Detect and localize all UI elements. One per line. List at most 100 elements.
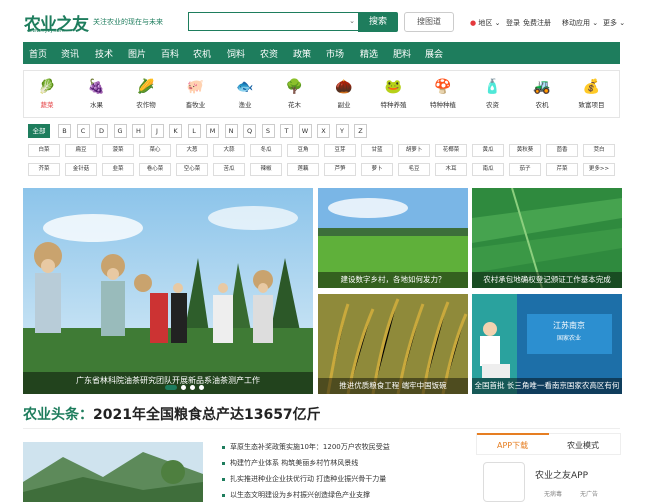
letter-filter[interactable]: H — [132, 124, 145, 138]
category-item[interactable]: 🚜 农机 — [520, 77, 564, 109]
letter-filter[interactable]: Z — [354, 124, 367, 138]
slide-dot[interactable] — [190, 385, 195, 390]
letter-filter[interactable]: J — [150, 124, 164, 138]
vegetable-link[interactable]: 花椰菜 — [435, 144, 467, 157]
vegetable-link[interactable]: 胡萝卜 — [398, 144, 430, 157]
news-thumb-3[interactable]: 推进优质粮食工程 端牢中国饭碗 — [318, 294, 468, 394]
letter-filter[interactable]: N — [224, 124, 238, 138]
tab-farm-mode[interactable]: 农业模式 — [567, 440, 599, 451]
mobile-app-link[interactable]: 移动应用 ⌄ — [562, 18, 598, 28]
vegetable-link[interactable]: 茭白 — [583, 144, 615, 157]
tab-app-download[interactable]: APP下载 — [497, 440, 528, 451]
nav-item[interactable]: 政策 — [293, 47, 311, 60]
category-item[interactable]: 🐟 渔业 — [223, 77, 267, 109]
nav-item[interactable]: 精选 — [360, 47, 378, 60]
vegetable-link[interactable]: 辣椒 — [250, 163, 282, 176]
vegetable-link[interactable]: 茴香 — [546, 144, 578, 157]
search-input[interactable]: ⌄ — [188, 12, 358, 31]
news-thumb-1[interactable]: 建设数字乡村，各地如何发力？ — [318, 188, 468, 288]
vegetable-link[interactable]: 大葱 — [176, 144, 208, 157]
headline[interactable]: 农业头条：2021年全国粮食总产达13657亿斤 — [23, 404, 321, 424]
nav-item[interactable]: 图片 — [128, 47, 146, 60]
region-link[interactable]: ● 地区 ⌄ — [470, 18, 500, 28]
slide-caption[interactable]: 推进优质粮食工程 端牢中国饭碗 — [318, 378, 468, 394]
category-item[interactable]: 🍄 特种种植 — [421, 77, 465, 109]
vegetable-link[interactable]: 茄子 — [509, 163, 541, 176]
login-link[interactable]: 登录 — [506, 18, 520, 28]
nav-item[interactable]: 农资 — [260, 47, 278, 60]
letter-filter[interactable]: K — [169, 124, 182, 138]
vegetable-link[interactable]: 空心菜 — [176, 163, 208, 176]
vegetable-link[interactable]: 豆芽 — [324, 144, 356, 157]
news-thumb-2[interactable]: 农村承包地确权登记颁证工作基本完成 — [472, 188, 622, 288]
vegetable-link[interactable]: 韭菜 — [102, 163, 134, 176]
nav-item[interactable]: 肥料 — [393, 47, 411, 60]
slide-dot[interactable] — [181, 385, 186, 390]
news-link[interactable]: 扎实推进种业企业扶优行动 打造种业振兴骨干力量 — [222, 474, 386, 484]
letter-filter[interactable]: M — [206, 124, 219, 138]
slide-caption[interactable]: 全国首批 长三角唯一看南京国家农高区有何特别之处？ — [472, 378, 622, 394]
category-item[interactable]: 🐖 畜牧业 — [174, 77, 218, 109]
register-link[interactable]: 免费注册 — [523, 18, 551, 28]
slide-caption[interactable]: 广东省林科院油茶研究团队开展新品系油茶测产工作 — [23, 372, 313, 394]
category-item[interactable]: 🐸 特种养殖 — [372, 77, 416, 109]
news-link[interactable]: 构建竹产业体系 构筑美丽乡村竹林风景线 — [222, 458, 358, 468]
category-item[interactable]: 🍇 水果 — [75, 77, 119, 109]
letter-filter[interactable]: C — [76, 124, 90, 138]
vegetable-link[interactable]: 黄秋葵 — [509, 144, 541, 157]
search-button[interactable]: 搜索 — [358, 12, 398, 32]
letter-filter[interactable]: Q — [243, 124, 256, 138]
category-item[interactable]: 🥬 蔬菜 — [25, 77, 69, 109]
vegetable-link[interactable]: 冬瓜 — [250, 144, 282, 157]
slide-dots[interactable] — [165, 385, 204, 390]
vegetable-link[interactable]: 菜心 — [139, 144, 171, 157]
vegetable-link[interactable]: 卷心菜 — [139, 163, 171, 176]
vegetable-link[interactable]: 萝卜 — [361, 163, 393, 176]
nav-item[interactable]: 技术 — [95, 47, 113, 60]
vegetable-link[interactable]: 苦瓜 — [213, 163, 245, 176]
vegetable-link[interactable]: 南瓜 — [472, 163, 504, 176]
vegetable-link[interactable]: 毛豆 — [398, 163, 430, 176]
vegetable-link[interactable]: 白菜 — [28, 144, 60, 157]
news-link[interactable]: 以生态文明建设为乡村振兴创造绿色产业支撑 — [222, 490, 370, 500]
vegetable-link[interactable]: 黄瓜 — [472, 144, 504, 157]
nav-item[interactable]: 展会 — [425, 47, 443, 60]
vegetable-link[interactable]: 金针菇 — [65, 163, 97, 176]
category-item[interactable]: 🌰 副业 — [322, 77, 366, 109]
main-slide[interactable]: 广东省林科院油茶研究团队开展新品系油茶测产工作 — [23, 188, 313, 394]
nav-item[interactable]: 市场 — [326, 47, 344, 60]
nav-item[interactable]: 百科 — [161, 47, 179, 60]
letter-filter[interactable]: D — [95, 124, 108, 138]
nav-item[interactable]: 饲料 — [227, 47, 245, 60]
nav-item[interactable]: 首页 — [29, 47, 47, 60]
vegetable-link[interactable]: 甘蓝 — [361, 144, 393, 157]
letter-filter[interactable]: T — [280, 124, 293, 138]
slide-caption[interactable]: 建设数字乡村，各地如何发力？ — [318, 272, 468, 288]
vegetable-link[interactable]: 莲藕 — [287, 163, 319, 176]
letter-filter[interactable]: L — [187, 124, 201, 138]
vegetable-link[interactable]: 芦笋 — [324, 163, 356, 176]
vegetable-link[interactable]: 芹菜 — [546, 163, 578, 176]
vegetable-link[interactable]: 菠菜 — [102, 144, 134, 157]
nav-item[interactable]: 农机 — [193, 47, 211, 60]
vegetable-link[interactable]: 扁豆 — [65, 144, 97, 157]
category-item[interactable]: 🌽 农作物 — [124, 77, 168, 109]
more-link[interactable]: 更多 ⌄ — [603, 18, 625, 28]
news-photo[interactable] — [23, 442, 203, 502]
category-item[interactable]: 🧴 农资 — [471, 77, 515, 109]
image-search-button[interactable]: 搜图道 — [404, 12, 454, 32]
slide-caption[interactable]: 农村承包地确权登记颁证工作基本完成 — [472, 272, 622, 288]
nav-item[interactable]: 资讯 — [61, 47, 79, 60]
vegetable-link[interactable]: 豆角 — [287, 144, 319, 157]
letter-filter[interactable]: B — [58, 124, 71, 138]
letter-filter[interactable]: X — [317, 124, 330, 138]
letter-filter[interactable]: W — [298, 124, 312, 138]
letter-filter[interactable]: S — [261, 124, 275, 138]
news-link[interactable]: 草原生态补奖政策实施10年：1200万户农牧民受益 — [222, 442, 390, 452]
slide-dot[interactable] — [165, 385, 177, 390]
letter-filter[interactable]: Y — [335, 124, 349, 138]
letter-filter[interactable]: G — [113, 124, 127, 138]
chevron-down-icon[interactable]: ⌄ — [349, 17, 355, 25]
category-item[interactable]: 🌳 花木 — [273, 77, 317, 109]
category-item[interactable]: 💰 致富项目 — [570, 77, 614, 109]
